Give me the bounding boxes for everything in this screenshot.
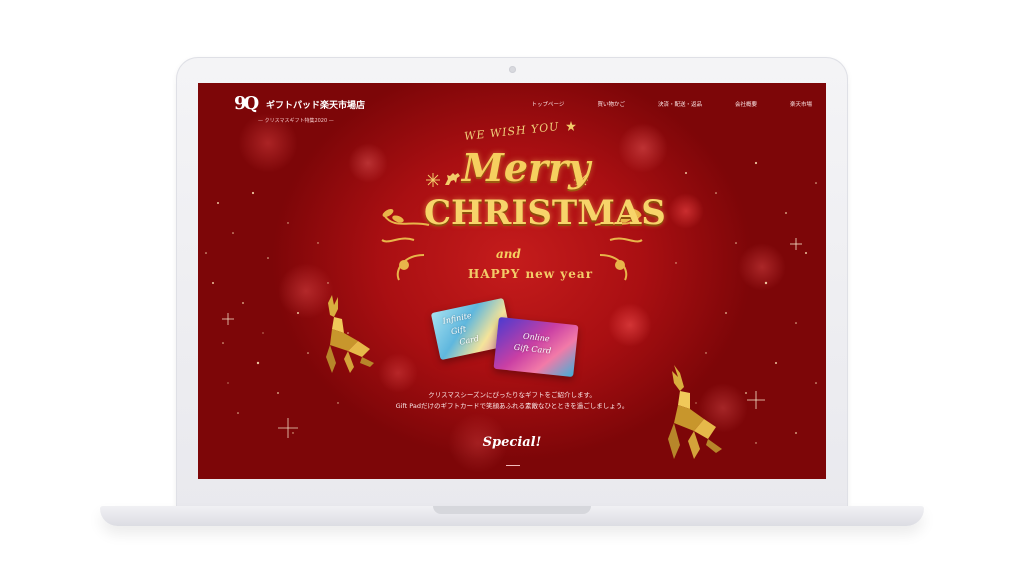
hero-christmas-text: CHRISTMAS — [424, 193, 666, 233]
nav-item-cart[interactable]: 買い物かご — [597, 100, 625, 108]
card-label-line2: Gift Card — [513, 342, 552, 356]
special-section-title: Special! — [482, 435, 542, 450]
brand-logo[interactable]: 9Q ギフトパッド楽天市場店 — [234, 93, 365, 115]
hero-merry-text: Merry — [461, 145, 591, 190]
nav-item-top[interactable]: トップページ — [532, 100, 565, 108]
star-icon — [566, 121, 576, 131]
giftpad-logo-icon: 9Q — [234, 93, 259, 114]
main-nav: トップページ 買い物かご 決済・配送・返品 会社概要 楽天市場 — [532, 100, 812, 108]
hero-and-text: and — [496, 247, 521, 261]
laptop-notch — [433, 506, 591, 514]
nav-item-company[interactable]: 会社概要 — [735, 100, 757, 108]
brand-name: ギフトパッド楽天市場店 — [266, 100, 366, 111]
intro-description: クリスマスシーズンにぴったりなギフトをご紹介します。 Gift Padだけのギフ… — [198, 390, 826, 412]
special-underline — [506, 465, 520, 466]
description-line1: クリスマスシーズンにぴったりなギフトをご紹介します。 — [428, 391, 596, 399]
hero-new-year-text: HAPPY new year — [468, 267, 594, 281]
card-label-line1: Infinite — [441, 310, 473, 326]
card-label-line3: Card — [458, 333, 480, 347]
gold-reindeer-left — [326, 295, 374, 373]
nav-item-rakuten[interactable]: 楽天市場 — [790, 100, 812, 108]
bokeh-light — [608, 303, 652, 347]
camera-icon — [509, 66, 516, 73]
website-screen: 9Q ギフトパッド楽天市場店 — クリスマスギフト特集2020 — トップページ… — [198, 83, 826, 479]
description-line2: Gift Padだけのギフトカードで笑顔あふれる素敵なひとときを過ごしましょう。 — [395, 402, 629, 410]
card-label-line1: Online — [522, 331, 551, 344]
brand-subtitle: — クリスマスギフト特集2020 — — [258, 118, 334, 124]
hero-wish-text: WE WISH YOU — [463, 120, 561, 143]
gift-card-online[interactable]: Online Gift Card — [493, 316, 579, 378]
snowflake-icon — [426, 173, 440, 187]
card-label-line2: Gift — [450, 324, 467, 337]
nav-item-payment[interactable]: 決済・配送・返品 — [658, 100, 702, 108]
bokeh-light — [378, 353, 418, 393]
